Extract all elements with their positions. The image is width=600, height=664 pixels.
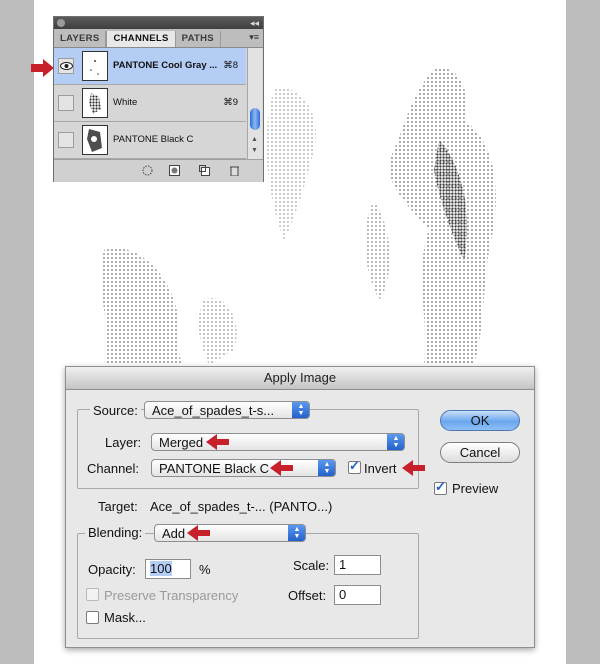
- collapse-icon[interactable]: ◂◂: [250, 17, 259, 29]
- cancel-button[interactable]: Cancel: [440, 442, 520, 463]
- mask-checkbox[interactable]: [86, 611, 99, 624]
- visibility-toggle[interactable]: [58, 58, 74, 74]
- channel-shortcut: ⌘9: [223, 97, 238, 108]
- checkmark-icon: ✓: [349, 458, 360, 473]
- source-popup[interactable]: Ace_of_spades_t-s... ▲ ▼: [144, 401, 310, 419]
- mask-label: Mask...: [104, 610, 146, 625]
- blending-value: Add: [162, 526, 186, 541]
- scale-label: Scale:: [293, 558, 330, 573]
- load-channel-selection-icon[interactable]: [142, 165, 153, 176]
- source-label: Source:: [90, 403, 141, 418]
- new-channel-icon[interactable]: [199, 165, 210, 176]
- chevron-updown-icon: ▲ ▼: [387, 434, 404, 450]
- channel-row-white[interactable]: White ⌘9: [54, 85, 246, 122]
- panel-footer: [54, 159, 263, 182]
- scrollbar-thumb[interactable]: [250, 108, 260, 130]
- channel-thumbnail: [82, 88, 108, 118]
- tab-layers[interactable]: LAYERS: [54, 31, 107, 47]
- offset-field[interactable]: 0: [334, 585, 381, 605]
- panel-scrollbar[interactable]: ▲ ▼: [247, 48, 262, 159]
- invert-checkbox[interactable]: ✓: [348, 458, 361, 474]
- offset-value: 0: [339, 587, 347, 602]
- opacity-value: 100: [150, 561, 172, 576]
- blending-label: Blending:: [85, 525, 146, 540]
- chevron-updown-icon: ▲ ▼: [292, 402, 309, 418]
- panel-menu-icon[interactable]: ▾≡: [249, 32, 259, 43]
- save-selection-icon[interactable]: [169, 165, 180, 176]
- red-arrow-icon: [187, 525, 210, 541]
- channel-popup[interactable]: PANTONE Black C ▲ ▼: [151, 459, 336, 477]
- preserve-transparency-checkbox[interactable]: [86, 588, 99, 601]
- opacity-field[interactable]: 100: [145, 559, 191, 579]
- ok-button[interactable]: OK: [440, 410, 520, 431]
- channels-panel: ◂◂ LAYERS CHANNELS PATHS ▾≡ PANTONE Cool…: [53, 16, 264, 182]
- channel-shortcut: ⌘8: [223, 60, 238, 71]
- invert-label: Invert: [364, 461, 397, 476]
- channel-value: PANTONE Black C: [159, 461, 270, 476]
- channel-thumbnail: [82, 125, 108, 155]
- red-arrow-icon: [270, 460, 293, 476]
- channel-name: PANTONE Black C: [113, 134, 194, 145]
- layer-popup[interactable]: Merged ▲ ▼: [151, 433, 405, 451]
- channel-name: White: [113, 97, 138, 108]
- panel-titlebar: ◂◂: [54, 17, 263, 29]
- chevron-updown-icon: ▲ ▼: [288, 525, 305, 541]
- channel-name: PANTONE Cool Gray ...: [113, 60, 218, 71]
- channel-label: Channel:: [87, 461, 140, 476]
- close-icon[interactable]: [57, 19, 65, 27]
- opacity-label: Opacity:: [88, 562, 136, 577]
- eye-icon: [60, 62, 73, 70]
- preview-checkbox[interactable]: ✓: [434, 479, 447, 495]
- preview-label: Preview: [452, 481, 499, 496]
- apply-image-dialog: Apply Image Source: Ace_of_spades_t-s...…: [65, 366, 535, 648]
- tab-paths[interactable]: PATHS: [176, 31, 221, 47]
- visibility-toggle[interactable]: [58, 132, 74, 148]
- preserve-transparency-label: Preserve Transparency: [104, 588, 239, 603]
- scroll-up-icon[interactable]: ▲: [251, 136, 258, 143]
- channel-row-black[interactable]: PANTONE Black C: [54, 122, 246, 159]
- layer-label: Layer:: [105, 435, 142, 450]
- target-label: Target:: [98, 499, 138, 514]
- target-value: Ace_of_spades_t-... (PANTO...): [150, 499, 333, 514]
- source-value: Ace_of_spades_t-s...: [152, 403, 275, 418]
- red-arrow-icon: [206, 434, 229, 450]
- offset-label: Offset:: [288, 588, 327, 603]
- layer-value: Merged: [159, 435, 204, 450]
- chevron-updown-icon: ▲ ▼: [318, 460, 335, 476]
- red-arrow-icon: [402, 460, 425, 476]
- channel-thumbnail: [82, 51, 108, 81]
- scroll-down-icon[interactable]: ▼: [251, 147, 258, 154]
- blending-popup[interactable]: Add ▲ ▼: [154, 524, 306, 542]
- red-arrow-icon: [31, 59, 54, 77]
- tab-channels[interactable]: CHANNELS: [106, 31, 176, 47]
- visibility-toggle[interactable]: [58, 95, 74, 111]
- checkmark-icon: ✓: [435, 479, 446, 494]
- dialog-title: Apply Image: [66, 367, 534, 390]
- trash-icon[interactable]: [229, 165, 240, 176]
- panel-tabs: LAYERS CHANNELS PATHS ▾≡: [54, 29, 263, 48]
- scale-value: 1: [339, 557, 347, 572]
- opacity-unit: %: [199, 562, 211, 577]
- channel-row-cool-gray[interactable]: PANTONE Cool Gray ... ⌘8: [54, 48, 246, 85]
- scale-field[interactable]: 1: [334, 555, 381, 575]
